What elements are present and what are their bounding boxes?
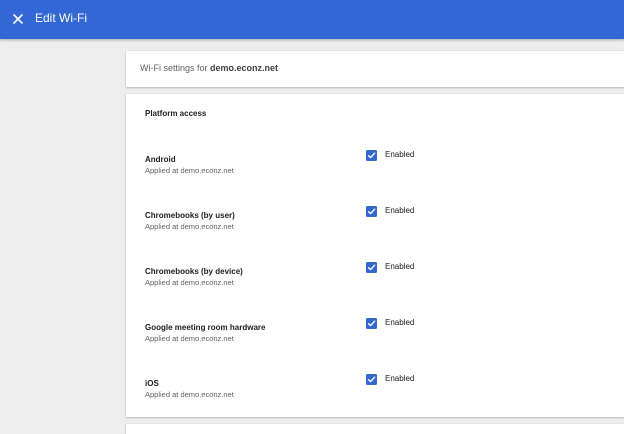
enabled-checkbox[interactable] bbox=[366, 150, 377, 161]
platform-applied-at: Applied at demo.econz.net bbox=[145, 278, 234, 287]
platform-name: Chromebooks (by device) bbox=[145, 267, 243, 276]
platform-applied-at: Applied at demo.econz.net bbox=[145, 222, 234, 231]
enabled-label: Enabled bbox=[385, 206, 415, 215]
wifi-settings-header-card: Wi-Fi settings for demo.econz.net bbox=[126, 51, 624, 87]
enabled-checkbox[interactable] bbox=[366, 318, 377, 329]
checkmark-icon bbox=[367, 152, 376, 159]
org-unit-domain: demo.econz.net bbox=[210, 63, 279, 73]
checkmark-icon bbox=[367, 208, 376, 215]
platform-access-card: Platform access Android Applied at demo.… bbox=[126, 94, 624, 417]
next-settings-card bbox=[126, 424, 624, 434]
enabled-checkbox[interactable] bbox=[366, 374, 377, 385]
platform-row-meeting-room-hardware: Google meeting room hardware Applied at … bbox=[126, 318, 624, 363]
platform-access-title: Platform access bbox=[145, 109, 207, 118]
platform-applied-at: Applied at demo.econz.net bbox=[145, 334, 234, 343]
enabled-checkbox[interactable] bbox=[366, 262, 377, 273]
checkmark-icon bbox=[367, 376, 376, 383]
platform-name: iOS bbox=[145, 379, 159, 388]
checkmark-icon bbox=[367, 264, 376, 271]
platform-applied-at: Applied at demo.econz.net bbox=[145, 166, 234, 175]
close-icon[interactable] bbox=[13, 14, 23, 24]
wifi-settings-caption: Wi-Fi settings for demo.econz.net bbox=[140, 63, 278, 74]
enabled-label: Enabled bbox=[385, 374, 415, 383]
wifi-settings-prefix: Wi-Fi settings for bbox=[140, 63, 211, 73]
platform-applied-at: Applied at demo.econz.net bbox=[145, 390, 234, 399]
close-button[interactable] bbox=[10, 10, 26, 28]
enabled-label: Enabled bbox=[385, 262, 415, 271]
app-bar: Edit Wi-Fi bbox=[0, 0, 624, 39]
platform-name: Android bbox=[145, 155, 176, 164]
platform-name: Google meeting room hardware bbox=[145, 323, 266, 332]
platform-row-chromebooks-by-user: Chromebooks (by user) Applied at demo.ec… bbox=[126, 206, 624, 251]
platform-row-ios: iOS Applied at demo.econz.net Enabled bbox=[126, 374, 624, 419]
enabled-label: Enabled bbox=[385, 150, 415, 159]
page-title: Edit Wi-Fi bbox=[35, 11, 87, 25]
checkmark-icon bbox=[367, 320, 376, 327]
enabled-checkbox[interactable] bbox=[366, 206, 377, 217]
enabled-label: Enabled bbox=[385, 318, 415, 327]
platform-name: Chromebooks (by user) bbox=[145, 211, 235, 220]
platform-row-chromebooks-by-device: Chromebooks (by device) Applied at demo.… bbox=[126, 262, 624, 307]
platform-row-android: Android Applied at demo.econz.net Enable… bbox=[126, 150, 624, 195]
